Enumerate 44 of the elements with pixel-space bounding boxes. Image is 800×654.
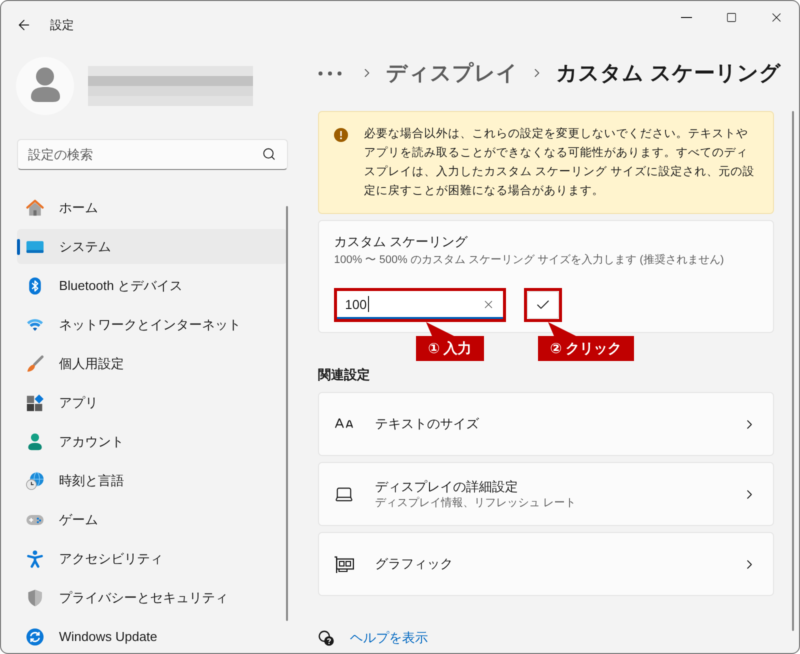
page-title: カスタム スケーリング bbox=[556, 61, 781, 87]
selection-indicator-icon bbox=[17, 239, 20, 255]
setting-title: カスタム スケーリング bbox=[334, 233, 469, 251]
related-setting-row[interactable]: ディスプレイの詳細設定 ディスプレイ情報、リフレッシュ レート bbox=[318, 462, 774, 526]
text-cursor-icon bbox=[368, 296, 369, 312]
nav-item[interactable]: ネットワークとインターネット bbox=[17, 307, 287, 342]
setting-description: 100% 〜 500% のカスタム スケーリング サイズを入力します (推奨されません) bbox=[334, 253, 725, 268]
minimize-icon bbox=[681, 16, 692, 18]
sync-arrows-icon bbox=[26, 628, 44, 646]
warning-icon bbox=[334, 128, 348, 142]
related-setting-row[interactable]: テキストのサイズ bbox=[318, 392, 774, 456]
annotation-callout: ② クリック bbox=[538, 322, 634, 361]
annotation-callout: ① 入力 bbox=[416, 322, 484, 361]
nav-item[interactable]: システム bbox=[17, 229, 287, 264]
nav-item[interactable]: アクセシビリティ bbox=[17, 541, 287, 576]
breadcrumb-link[interactable]: ディスプレイ bbox=[386, 59, 518, 87]
nav-item[interactable]: ホーム bbox=[17, 190, 287, 225]
help-icon bbox=[318, 630, 334, 646]
ellipsis-icon bbox=[318, 70, 342, 76]
shield-icon bbox=[26, 588, 44, 606]
maximize-icon bbox=[726, 12, 737, 22]
window-title: 設定 bbox=[50, 16, 74, 34]
accessibility-figure-icon bbox=[26, 550, 44, 568]
bluetooth-icon bbox=[26, 276, 44, 294]
search-icon bbox=[262, 147, 276, 161]
nav-item[interactable]: アプリ bbox=[17, 385, 287, 420]
related-setting-row[interactable]: グラフィック bbox=[318, 532, 774, 596]
scrollbar[interactable] bbox=[792, 111, 794, 631]
search-field[interactable]: 設定の検索 bbox=[17, 139, 288, 170]
avatar-icon bbox=[16, 57, 74, 115]
scrollbar[interactable] bbox=[286, 206, 288, 621]
nav-item[interactable]: 個人用設定 bbox=[17, 346, 287, 381]
nav-item[interactable]: Windows Update bbox=[17, 619, 287, 653]
input-field[interactable]: 100 bbox=[337, 291, 503, 319]
paintbrush-icon bbox=[26, 354, 44, 372]
warning-text: 必要な場合以外は、これらの設定を変更しないでください。テキストやアプリを読み取ることができなくなる可能性があります。すべてのディスプレイは、入力したカスタム スケーリング サイズに設定され、元の設定に戻すことが困難になる場合があります。 bbox=[364, 126, 756, 199]
section-heading: 関連設定 bbox=[318, 366, 371, 384]
person-icon bbox=[26, 432, 44, 450]
nav-item[interactable]: アカウント bbox=[17, 424, 287, 459]
apps-grid-icon bbox=[26, 394, 44, 412]
house-icon bbox=[26, 198, 44, 216]
globe-clock-icon bbox=[26, 472, 44, 490]
help-link[interactable]: ヘルプを表示 bbox=[350, 629, 428, 647]
graphics-card-icon bbox=[334, 554, 354, 574]
